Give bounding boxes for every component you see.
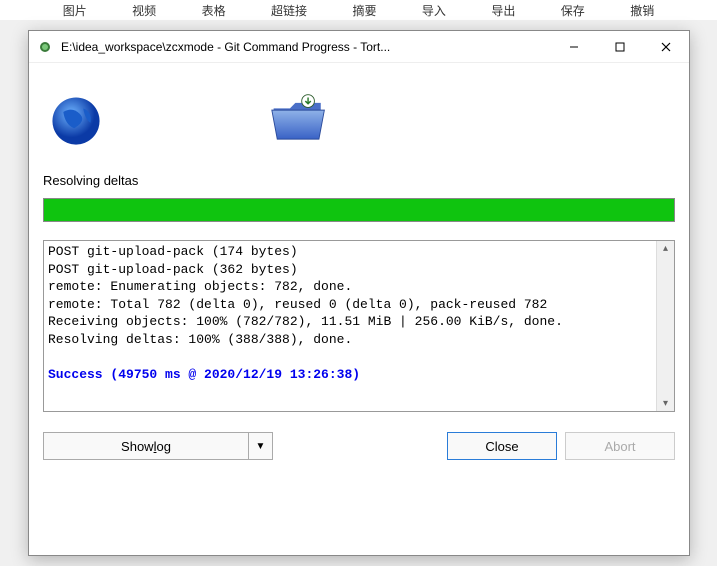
scrollbar[interactable]: ▴ ▾ bbox=[656, 241, 674, 411]
close-button[interactable]: Close bbox=[447, 432, 557, 460]
globe-icon bbox=[47, 92, 105, 153]
bg-item: 保存 bbox=[561, 0, 585, 20]
abort-button: Abort bbox=[565, 432, 675, 460]
status-label: Resolving deltas bbox=[43, 173, 675, 188]
bg-item: 摘要 bbox=[352, 0, 376, 20]
app-icon bbox=[37, 39, 53, 55]
show-log-dropdown[interactable]: ▼ bbox=[249, 432, 273, 460]
titlebar[interactable]: E:\idea_workspace\zcxmode - Git Command … bbox=[29, 31, 689, 63]
maximize-button[interactable] bbox=[597, 32, 643, 62]
minimize-button[interactable] bbox=[551, 32, 597, 62]
close-window-button[interactable] bbox=[643, 32, 689, 62]
background-toolbar: 图片 视频 表格 超链接 摘要 导入 导出 保存 撤销 bbox=[0, 0, 717, 20]
bg-item: 表格 bbox=[202, 0, 226, 20]
log-text[interactable]: POST git-upload-pack (174 bytes) POST gi… bbox=[44, 241, 656, 411]
folder-download-icon bbox=[265, 92, 333, 153]
log-output[interactable]: POST git-upload-pack (174 bytes) POST gi… bbox=[43, 240, 675, 412]
show-log-button[interactable]: Show log bbox=[43, 432, 249, 460]
bg-item: 图片 bbox=[63, 0, 87, 20]
scroll-up-icon[interactable]: ▴ bbox=[663, 241, 668, 256]
bg-item: 超链接 bbox=[271, 0, 307, 20]
bg-item: 导入 bbox=[422, 0, 446, 20]
bg-item: 导出 bbox=[491, 0, 515, 20]
bg-item: 视频 bbox=[132, 0, 156, 20]
window-title: E:\idea_workspace\zcxmode - Git Command … bbox=[61, 40, 551, 54]
git-progress-dialog: E:\idea_workspace\zcxmode - Git Command … bbox=[28, 30, 690, 556]
progress-bar bbox=[43, 198, 675, 222]
bg-item: 撤销 bbox=[630, 0, 654, 20]
scroll-down-icon[interactable]: ▾ bbox=[663, 396, 668, 411]
